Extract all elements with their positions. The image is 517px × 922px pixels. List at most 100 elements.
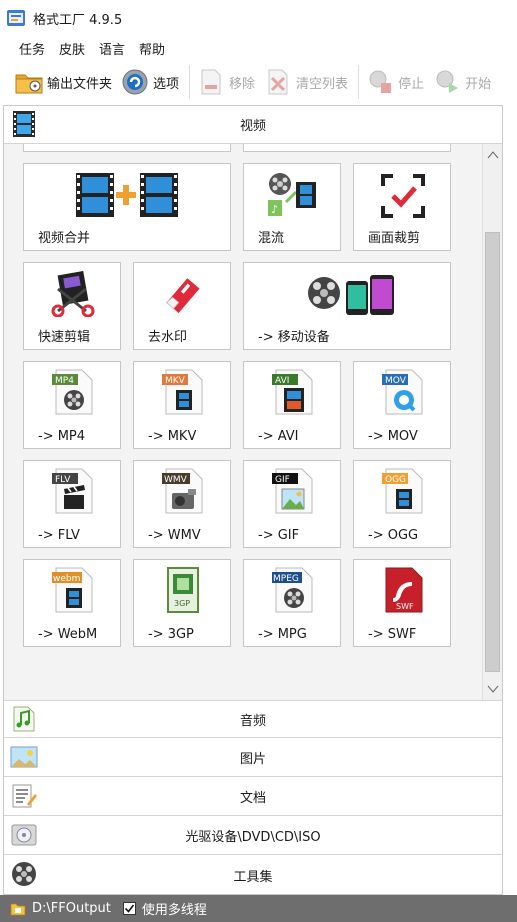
start-label: 开始	[465, 76, 492, 92]
multithread-label[interactable]: 使用多线程	[142, 899, 207, 918]
start-button[interactable]: 开始	[432, 64, 499, 100]
tile-mobile-device-label: -> 移动设备	[258, 330, 330, 345]
document-icon	[12, 784, 37, 808]
disc-drive-icon	[11, 824, 37, 846]
music-note-icon	[13, 706, 35, 732]
mobile-device-icon	[308, 275, 394, 315]
category-audio-header[interactable]: 音频	[4, 700, 502, 738]
mov-badge: MOV	[385, 376, 407, 386]
tile-3gp-label: -> 3GP	[148, 627, 194, 642]
scissors-film-icon	[51, 271, 95, 317]
category-video-label: 视频	[239, 119, 266, 134]
tile-quick-clip-label: 快速剪辑	[38, 330, 91, 345]
clear-list-label: 清空列表	[296, 76, 349, 92]
multithread-checkbox[interactable]	[122, 902, 136, 915]
picture-icon	[10, 746, 38, 768]
flv-badge: FLV	[55, 475, 71, 485]
tile-mp4[interactable]: MP4 -> MP4	[23, 361, 121, 449]
mp4-badge: MP4	[55, 376, 74, 386]
webm-badge: webm	[53, 574, 80, 584]
tile-mpg[interactable]: MPEG -> MPG	[243, 559, 341, 647]
crop-icon	[381, 174, 425, 218]
category-disc-header[interactable]: 光驱设备\DVD\CD\ISO	[4, 817, 502, 855]
remove-icon	[201, 69, 221, 95]
tile-flv[interactable]: FLV -> FLV	[23, 460, 121, 548]
avi-badge: AVI	[275, 376, 289, 386]
menu-language[interactable]: 语言	[92, 37, 132, 60]
tile-avi[interactable]: AVI -> AVI	[243, 361, 341, 449]
tile-mkv[interactable]: MKV -> MKV	[133, 361, 231, 449]
tile-ogg-label: -> OGG	[368, 528, 419, 543]
flv-file-icon: FLV	[52, 468, 93, 514]
options-button[interactable]: 选项	[120, 64, 187, 100]
menu-help[interactable]: 帮助	[132, 37, 172, 60]
category-document-header[interactable]: 文档	[4, 778, 502, 816]
category-panel: 视频 视频合并 ♪ 混流 画面裁剪 快速剪辑 去水印 -> 移动设备 MP4 -…	[3, 105, 503, 895]
options-label: 选项	[153, 76, 180, 92]
tile-swf-label: -> SWF	[368, 627, 417, 642]
tile-watermark[interactable]: 去水印	[133, 262, 231, 350]
tile-mix[interactable]: ♪ 混流	[243, 163, 341, 251]
category-tools-header[interactable]: 工具集	[4, 856, 502, 894]
tile-webm-label: -> WebM	[38, 627, 98, 642]
scroll-thumb[interactable]	[485, 232, 500, 672]
mp4-file-icon: MP4	[52, 369, 93, 415]
tile-watermark-label: 去水印	[148, 330, 188, 345]
toolbar-divider	[189, 65, 191, 99]
tile-webm[interactable]: webm -> WebM	[23, 559, 121, 647]
tile-gif[interactable]: GIF -> GIF	[243, 460, 341, 548]
output-folder-icon[interactable]	[10, 902, 26, 916]
remove-button[interactable]: 移除	[196, 64, 263, 100]
tile-swf[interactable]: SWF -> SWF	[353, 559, 451, 647]
mix-icon: ♪	[268, 173, 316, 216]
tile-video-merge-label: 视频合并	[38, 231, 91, 246]
clear-list-button[interactable]: 清空列表	[263, 64, 356, 100]
ogg-file-icon: OGG	[382, 468, 423, 514]
tile-video-merge[interactable]: 视频合并	[23, 163, 231, 251]
scroll-up-button[interactable]	[484, 146, 502, 164]
3gp-file-icon: 3GP	[167, 567, 199, 613]
category-audio-label: 音频	[239, 713, 266, 729]
tile-crop[interactable]: 画面裁剪	[353, 163, 451, 251]
svg-text:♪: ♪	[271, 203, 278, 216]
checkmark-icon	[124, 904, 135, 913]
menu-task[interactable]: 任务	[12, 37, 52, 60]
tile-wmv[interactable]: WMV -> WMV	[133, 460, 231, 548]
start-icon	[436, 70, 459, 93]
vertical-scrollbar[interactable]	[482, 144, 502, 700]
tile-ogg[interactable]: OGG -> OGG	[353, 460, 451, 548]
mkv-file-icon: MKV	[162, 369, 203, 415]
output-folder-label: 输出文件夹	[47, 76, 113, 92]
folder-icon	[15, 74, 43, 94]
menu-skin[interactable]: 皮肤	[52, 37, 92, 60]
category-video-header[interactable]: 视频	[4, 106, 502, 144]
tile-crop-label: 画面裁剪	[368, 231, 421, 246]
stop-icon	[369, 70, 392, 93]
category-picture-header[interactable]: 图片	[4, 739, 502, 777]
gif-badge: GIF	[275, 475, 290, 485]
ogg-badge: OGG	[385, 475, 406, 485]
tile-mix-label: 混流	[258, 231, 285, 246]
tile-3gp[interactable]: 3GP -> 3GP	[133, 559, 231, 647]
scroll-down-button[interactable]	[484, 680, 502, 698]
remove-label: 移除	[229, 76, 256, 92]
output-folder-button[interactable]: 输出文件夹	[14, 64, 120, 100]
mov-file-icon: MOV	[382, 369, 423, 415]
status-bar: D:\FFOutput 使用多线程	[0, 895, 517, 922]
stop-button[interactable]: 停止	[365, 64, 432, 100]
mpeg-badge: MPEG	[273, 574, 299, 584]
output-path[interactable]: D:\FFOutput	[32, 901, 111, 916]
app-logo-icon	[7, 10, 25, 26]
clear-list-icon	[268, 69, 288, 95]
window-title: 格式工厂 4.9.5	[33, 12, 123, 28]
tile-mkv-label: -> MKV	[148, 429, 197, 444]
menu-bar: 任务 皮肤 语言 帮助	[0, 36, 517, 60]
window-edge	[507, 105, 517, 895]
wmv-badge: WMV	[164, 475, 188, 485]
tile-quick-clip[interactable]: 快速剪辑	[23, 262, 121, 350]
chevron-down-icon	[487, 685, 499, 693]
title-bar: 格式工厂 4.9.5	[0, 0, 517, 36]
tile-mp4-label: -> MP4	[38, 429, 86, 444]
tile-mobile-device[interactable]: -> 移动设备	[243, 262, 451, 350]
tile-mov[interactable]: MOV -> MOV	[353, 361, 451, 449]
